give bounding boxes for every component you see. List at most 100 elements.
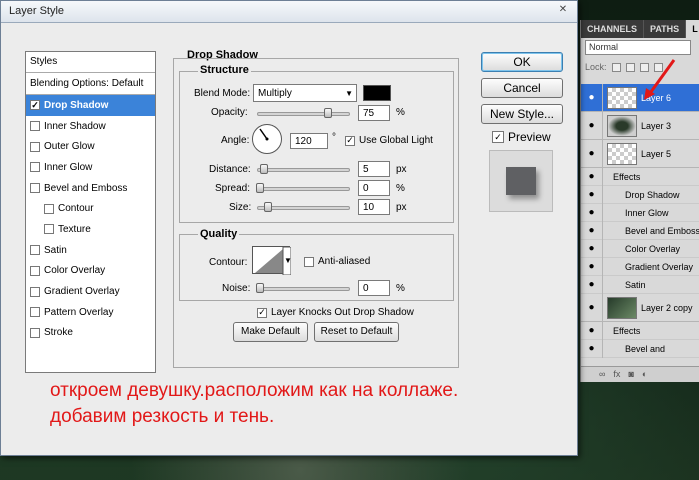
size-slider-thumb[interactable] <box>264 202 272 212</box>
noise-slider-thumb[interactable] <box>256 283 264 293</box>
checkbox[interactable] <box>30 245 40 256</box>
close-icon[interactable]: ✕ <box>555 4 571 18</box>
layer-blend-mode-select[interactable]: Normal <box>585 40 691 55</box>
eye-icon[interactable]: ● <box>581 239 603 258</box>
opacity-slider-thumb[interactable] <box>323 108 332 118</box>
shadow-color-swatch[interactable] <box>363 85 391 101</box>
checkbox[interactable] <box>44 203 54 214</box>
effect-item[interactable]: ● Satin <box>581 275 699 294</box>
make-default-button[interactable]: Make Default <box>233 322 308 342</box>
quality-title: Quality <box>198 228 240 240</box>
noise-input[interactable]: 0 <box>358 280 390 296</box>
anti-aliased-option[interactable]: Anti-aliased <box>304 256 370 267</box>
checkbox[interactable] <box>30 327 40 338</box>
tab-channels[interactable]: CHANNELS <box>581 20 645 38</box>
checkbox[interactable] <box>30 265 40 276</box>
effect-item[interactable]: ● Drop Shadow <box>581 185 699 204</box>
size-slider[interactable] <box>257 202 350 212</box>
style-item-gradient-overlay[interactable]: Gradient Overlay <box>26 281 155 302</box>
checkbox-checked[interactable]: ✓ <box>492 131 504 143</box>
layer-thumbnail <box>607 296 637 319</box>
checkbox-checked[interactable]: ✓ <box>345 135 355 146</box>
effect-item[interactable]: ● Bevel and <box>581 339 699 358</box>
effects-label: Effects <box>613 325 641 336</box>
style-item-color-overlay[interactable]: Color Overlay <box>26 261 155 282</box>
style-item-drop-shadow[interactable]: ✓ Drop Shadow <box>26 95 155 116</box>
eye-icon[interactable]: ● <box>581 339 603 358</box>
effect-item[interactable]: ● Gradient Overlay <box>581 257 699 276</box>
layer-row-layer-5[interactable]: ● Layer 5 <box>581 140 699 168</box>
checkbox[interactable] <box>30 307 40 318</box>
ok-button[interactable]: OK <box>481 52 563 72</box>
style-item-label: Color Overlay <box>44 265 106 277</box>
styles-header[interactable]: Styles <box>26 52 155 73</box>
preview-option[interactable]: ✓ Preview <box>492 130 551 144</box>
checkbox[interactable] <box>304 256 314 267</box>
contour-picker[interactable]: ▼ <box>252 246 292 276</box>
eye-icon[interactable]: ● <box>581 257 603 276</box>
eye-icon[interactable]: ● <box>581 203 603 222</box>
style-item-inner-glow[interactable]: Inner Glow <box>26 157 155 178</box>
spread-slider-thumb[interactable] <box>256 183 264 193</box>
lock-transparency-icon[interactable] <box>611 62 621 72</box>
checkbox[interactable] <box>30 183 40 194</box>
eye-icon[interactable]: ● <box>581 275 603 294</box>
tab-paths[interactable]: PATHS <box>644 20 687 38</box>
style-item-bevel-and-emboss[interactable]: Bevel and Emboss <box>26 178 155 199</box>
eye-icon[interactable]: ● <box>581 185 603 204</box>
style-item-pattern-overlay[interactable]: Pattern Overlay <box>26 302 155 323</box>
style-item-satin[interactable]: Satin <box>26 240 155 261</box>
style-item-inner-shadow[interactable]: Inner Shadow <box>26 116 155 137</box>
opacity-input[interactable]: 75 <box>358 105 390 121</box>
checkbox[interactable] <box>30 141 40 152</box>
style-item-label: Outer Glow <box>44 141 95 153</box>
new-style-button[interactable]: New Style... <box>481 104 563 124</box>
eye-icon[interactable]: ● <box>581 84 603 111</box>
fx-icon[interactable]: fx <box>613 369 620 380</box>
link-icon[interactable]: ∞ <box>599 369 605 380</box>
effect-item[interactable]: ● Bevel and Emboss <box>581 221 699 240</box>
angle-input[interactable]: 120 <box>290 133 328 149</box>
checkbox[interactable] <box>30 162 40 173</box>
spread-slider[interactable] <box>256 183 350 193</box>
effect-item[interactable]: ● Color Overlay <box>581 239 699 258</box>
layer-row-layer-2-copy[interactable]: ● Layer 2 copy <box>581 294 699 322</box>
eye-icon[interactable]: ● <box>581 140 603 167</box>
size-input[interactable]: 10 <box>358 199 390 215</box>
checkbox-checked[interactable]: ✓ <box>257 307 267 318</box>
effects-header[interactable]: ● Effects <box>581 167 699 186</box>
style-item-contour[interactable]: Contour <box>26 198 155 219</box>
use-global-light-option[interactable]: ✓ Use Global Light <box>345 135 433 146</box>
eye-icon[interactable]: ● <box>581 321 603 340</box>
distance-slider-thumb[interactable] <box>260 164 268 174</box>
adjustment-icon[interactable]: ◐ <box>642 369 647 380</box>
checkbox[interactable] <box>44 224 54 235</box>
eye-icon[interactable]: ● <box>581 112 603 139</box>
blending-options-item[interactable]: Blending Options: Default <box>26 73 155 95</box>
checkbox-checked[interactable]: ✓ <box>30 100 40 111</box>
mask-icon[interactable]: ◙ <box>628 369 633 380</box>
effects-header[interactable]: ● Effects <box>581 321 699 340</box>
reset-to-default-button[interactable]: Reset to Default <box>314 322 399 342</box>
checkbox[interactable] <box>30 286 40 297</box>
angle-dial[interactable] <box>252 124 282 154</box>
distance-input[interactable]: 5 <box>358 161 390 177</box>
tab-layers[interactable]: L <box>686 20 699 38</box>
noise-slider[interactable] <box>256 283 350 293</box>
cancel-button[interactable]: Cancel <box>481 78 563 98</box>
checkbox[interactable] <box>30 121 40 132</box>
eye-icon[interactable]: ● <box>581 294 603 321</box>
distance-slider[interactable] <box>257 164 350 174</box>
style-item-stroke[interactable]: Stroke <box>26 323 155 344</box>
effect-item[interactable]: ● Inner Glow <box>581 203 699 222</box>
lock-brush-icon[interactable] <box>625 62 635 72</box>
knocks-out-option[interactable]: ✓ Layer Knocks Out Drop Shadow <box>257 307 414 318</box>
layer-row-layer-3[interactable]: ● Layer 3 <box>581 112 699 140</box>
opacity-slider[interactable] <box>257 108 350 118</box>
blend-mode-select[interactable]: Multiply ▼ <box>253 84 357 102</box>
style-item-texture[interactable]: Texture <box>26 219 155 240</box>
style-item-outer-glow[interactable]: Outer Glow <box>26 136 155 157</box>
eye-icon[interactable]: ● <box>581 167 603 186</box>
spread-input[interactable]: 0 <box>358 180 390 196</box>
eye-icon[interactable]: ● <box>581 221 603 240</box>
